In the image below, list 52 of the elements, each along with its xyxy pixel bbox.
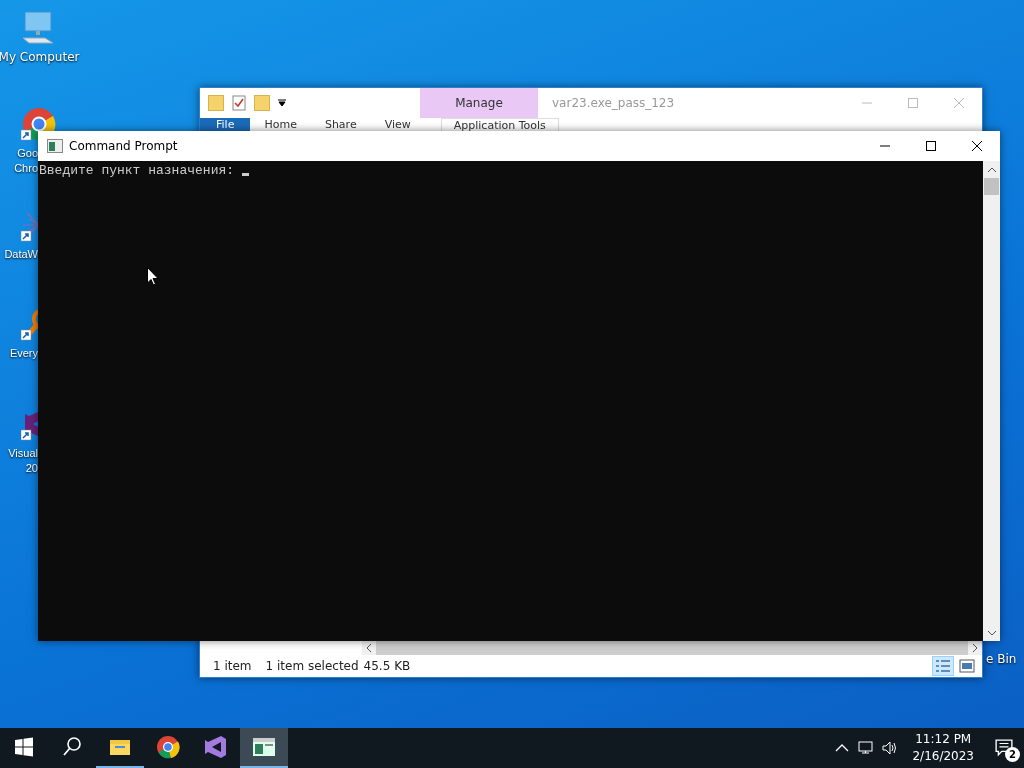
window-title: var23.exe_pass_123 xyxy=(551,96,676,110)
desktop-icon-label: Visual xyxy=(8,446,38,461)
message-icon xyxy=(995,739,1013,757)
context-tab[interactable]: Manage xyxy=(420,88,538,118)
window-title: Command Prompt xyxy=(69,139,179,153)
ribbon-tab[interactable]: Home xyxy=(250,118,311,131)
large-icons-view-button[interactable] xyxy=(956,656,978,676)
chevron-right-icon[interactable] xyxy=(971,644,979,652)
properties-icon[interactable] xyxy=(232,95,246,111)
notification-button[interactable]: 2 xyxy=(984,728,1024,768)
console-text: Введите пункт назначения: xyxy=(39,162,235,179)
ribbon-tab[interactable]: Share xyxy=(310,118,371,131)
desktop-icon-label: e Bin xyxy=(986,652,1017,667)
notification-count: 2 xyxy=(1005,747,1020,762)
image-icon xyxy=(959,659,975,673)
clock[interactable]: 11:12 PM 2/16/2023 xyxy=(902,731,984,765)
text-cursor xyxy=(242,173,250,176)
cmd-taskbar-button[interactable] xyxy=(240,728,288,768)
console-icon xyxy=(47,139,63,153)
desktop-icon-label: Chro xyxy=(14,161,38,176)
horizontal-scrollbar[interactable] xyxy=(362,641,982,655)
desktop-icon-label: My Computer xyxy=(0,50,80,65)
shortcut-icon[interactable] xyxy=(21,306,38,342)
item-count: 1 item xyxy=(213,659,252,673)
browser-icon xyxy=(156,735,180,759)
scrollbar-thumb[interactable] xyxy=(984,178,999,195)
clock-time: 11:12 PM xyxy=(915,731,972,748)
clock-date: 2/16/2023 xyxy=(912,748,974,765)
mouse-pointer-icon xyxy=(147,267,159,286)
windows-logo-icon xyxy=(12,735,36,759)
chevron-left-icon[interactable] xyxy=(365,644,373,652)
list-icon xyxy=(935,659,951,673)
desktop-icon-label: Every xyxy=(9,346,38,361)
bowtie-logo-icon xyxy=(204,735,228,759)
chevron-down-icon[interactable] xyxy=(987,628,996,637)
chevron-up-icon[interactable] xyxy=(987,165,996,174)
selection-status: 1 item selected xyxy=(265,659,359,673)
desktop-icon-label: Goo xyxy=(17,146,38,161)
network-icon[interactable] xyxy=(858,740,875,756)
close-icon xyxy=(972,141,982,151)
file-size: 45.5 KB xyxy=(363,659,411,673)
console-icon xyxy=(252,735,276,759)
close-icon xyxy=(954,98,964,108)
dropdown-icon[interactable] xyxy=(278,99,286,107)
volume-icon[interactable] xyxy=(882,740,899,756)
vertical-scrollbar[interactable] xyxy=(983,161,1000,641)
desktop-icon-label: DataW xyxy=(4,247,38,262)
details-view-button[interactable] xyxy=(932,656,954,676)
maximize-icon xyxy=(908,98,918,108)
ribbon-tab[interactable]: View xyxy=(370,118,425,131)
maximize-icon xyxy=(926,141,936,151)
desktop-icon-label: 20 xyxy=(25,461,38,476)
